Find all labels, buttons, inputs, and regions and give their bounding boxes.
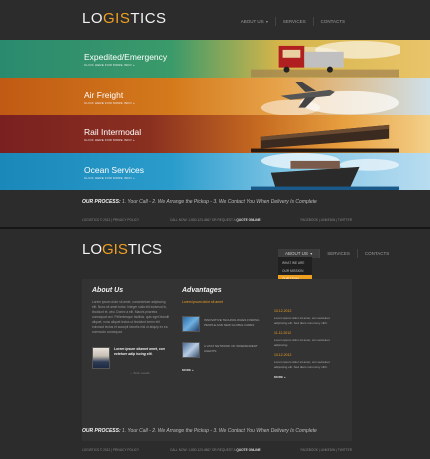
quote-online-link[interactable]: QUOTE ONLINE [236, 218, 260, 222]
main-nav: About us ▾ Services Contacts [234, 17, 352, 26]
process-text: 1. Your Call - 2. We Arrange the Pickup … [120, 428, 317, 434]
news-more-link[interactable]: MORE » [274, 375, 344, 379]
header: LOGISTICS About us ▾ Services Contacts W… [0, 229, 430, 293]
news-item: 10-12-2012 Lorem ipsum dolor sit amet, c… [274, 309, 344, 325]
header: LOGISTICS About us ▾ Services Contacts [0, 0, 430, 40]
nav-about-label: About us [240, 19, 264, 24]
advantage-thumbnail [182, 316, 200, 332]
logo-right: TICS [130, 10, 167, 27]
banner-more-link[interactable]: CLICK HERE FOR MORE INFO » [84, 63, 135, 67]
footer-contact-text: CALL NOW: 1-800-123-4567 OR REQUEST A [170, 448, 237, 452]
process-text: 1. Your Call - 2. We Arrange the Pickup … [120, 199, 317, 205]
nav-services[interactable]: Services [319, 249, 357, 258]
advantage-item: Innovative technologies finding people a… [182, 316, 262, 332]
logo-left: LO [82, 10, 104, 27]
news-date: 10-12-2012 [274, 309, 292, 313]
banner-more-link[interactable]: CLICK HERE FOR MORE INFO » [84, 176, 135, 180]
banner-title: Expedited/Emergency [84, 52, 168, 62]
banner-more-link[interactable]: CLICK HERE FOR MORE INFO » [84, 138, 135, 142]
news-date: 11-12-2012 [274, 331, 292, 335]
banner-expedited[interactable]: Expedited/Emergency CLICK HERE FOR MORE … [0, 40, 430, 78]
banner-title: Air Freight [84, 89, 124, 100]
nav-about-label: About us [285, 251, 308, 256]
testimonial-author: — Brian Lasalle [130, 371, 150, 375]
advantage-item: A vast network of independent agents [182, 342, 262, 358]
banner-rail[interactable]: Rail Intermodal CLICK HERE FOR MORE INFO… [0, 115, 430, 153]
train-illustration [250, 124, 400, 153]
truck-illustration [250, 40, 400, 78]
avatar [92, 347, 110, 369]
chevron-down-icon: ▾ [265, 19, 268, 24]
news-item: 10-12-2012 Lorem ipsum dolor sit amet, c… [274, 353, 344, 369]
logo-mid: GIS [102, 241, 128, 258]
nav-contacts[interactable]: Contacts [312, 17, 352, 26]
nav-about[interactable]: About us ▾ [234, 17, 275, 26]
banner-title: Ocean Services [84, 164, 144, 175]
process-strip: OUR PROCESS: 1. Your Call - 2. We Arrang… [82, 199, 317, 205]
dropdown-item-what-we-are[interactable]: What we are [278, 259, 312, 267]
quote-online-link[interactable]: QUOTE ONLINE [236, 448, 260, 452]
news-text: Lorem ipsum dolor sit amet, con sectetue… [274, 360, 330, 369]
footer-social-links[interactable]: FACEBOOK | LINKEDIN | TWITTER [300, 218, 352, 222]
page-home: LOGISTICS About us ▾ Services Contacts E… [0, 0, 430, 228]
about-column: About Us Lorem ipsum dolor sit amet, con… [92, 287, 170, 375]
testimonial-quote: Lorem ipsum sitamet amet, con ectetuer a… [114, 347, 165, 357]
footer-contact: CALL NOW: 1-800-123-4567 OR REQUEST A QU… [170, 448, 261, 452]
process-label: OUR PROCESS: [82, 428, 121, 434]
footer-contact: CALL NOW: 1-800-123-4567 OR REQUEST A QU… [170, 218, 261, 222]
logo-mid: GIS [103, 10, 131, 27]
service-banners: Expedited/Emergency CLICK HERE FOR MORE … [0, 40, 430, 190]
advantages-heading: Advantages [182, 287, 222, 294]
footer-copyright[interactable]: LOGISTICS © 2012 | PRIVACY POLICY [82, 448, 139, 452]
page-about: LOGISTICS About us ▾ Services Contacts W… [0, 229, 430, 459]
footer-contact-text: CALL NOW: 1-800-123-4567 OR REQUEST A [170, 218, 237, 222]
about-text: Lorem ipsum dolor sit amet, consectetuer… [92, 300, 170, 334]
process-label: OUR PROCESS: [82, 199, 121, 205]
testimonial: Lorem ipsum sitamet amet, con ectetuer a… [92, 347, 170, 369]
footer-copyright[interactable]: LOGISTICS © 2012 | PRIVACY POLICY [82, 218, 139, 222]
footer-social-links[interactable]: FACEBOOK | LINKEDIN | TWITTER [300, 448, 352, 452]
logo-right: TICS [127, 241, 163, 258]
logo[interactable]: LOGISTICS [82, 241, 162, 258]
ship-illustration [250, 152, 400, 190]
content-panel: About Us Lorem ipsum dolor sit amet, con… [82, 279, 352, 441]
advantages-lead: Lorem ipsum dolor sit amet [182, 300, 223, 304]
dropdown-item-our-mission[interactable]: Our mission [278, 267, 312, 275]
banner-more-link[interactable]: CLICK HERE FOR MORE INFO » [84, 101, 135, 105]
news-text: Lorem ipsum dolor sit amet, con sectetue… [274, 316, 330, 325]
advantages-more-link[interactable]: MORE » [182, 368, 262, 372]
about-heading: About Us [92, 287, 124, 294]
banner-title: Rail Intermodal [84, 127, 142, 137]
logo-left: LO [82, 241, 103, 258]
nav-contacts[interactable]: Contacts [356, 249, 396, 258]
process-strip: OUR PROCESS: 1. Your Call - 2. We Arrang… [82, 428, 317, 434]
chevron-down-icon: ▾ [310, 251, 313, 256]
banner-air-freight[interactable]: Air Freight CLICK HERE FOR MORE INFO » [0, 77, 430, 115]
advantage-thumbnail [182, 342, 200, 358]
news-item: 11-12-2012 Lorem ipsum dolor sit amet, c… [274, 331, 344, 347]
news-column: 10-12-2012 Lorem ipsum dolor sit amet, c… [274, 287, 344, 379]
banner-ocean[interactable]: Ocean Services CLICK HERE FOR MORE INFO … [0, 152, 430, 190]
nav-services[interactable]: Services [274, 17, 313, 26]
news-text: Lorem ipsum dolor sit amet, con sectetue… [274, 338, 330, 347]
advantage-text: Innovative technologies finding people a… [204, 318, 260, 327]
logo[interactable]: LOGISTICS [82, 10, 167, 27]
advantages-column: Advantages Lorem ipsum dolor sit amet In… [182, 287, 262, 372]
airplane-illustration [260, 81, 400, 115]
news-date: 10-12-2012 [274, 353, 292, 357]
advantage-text: A vast network of independent agents [204, 344, 258, 353]
